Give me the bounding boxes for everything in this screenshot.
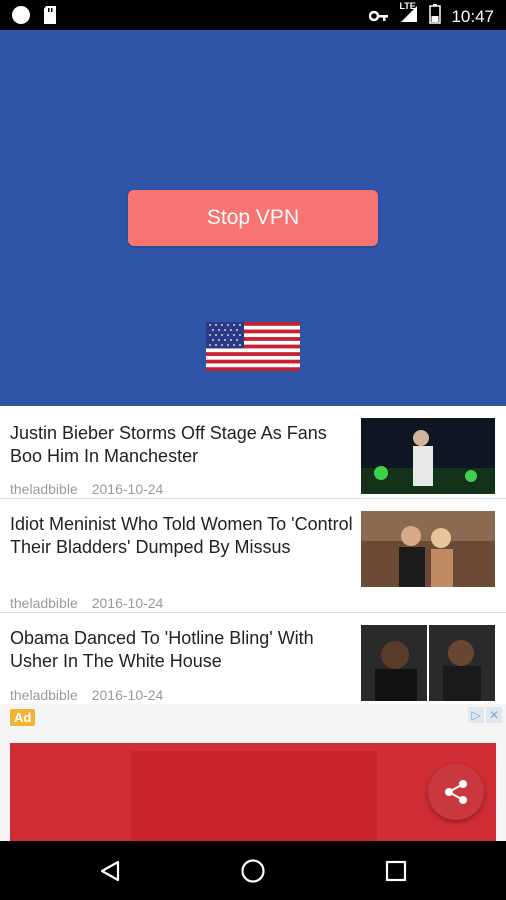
share-button[interactable] (428, 764, 484, 820)
close-icon[interactable]: ✕ (486, 707, 502, 723)
share-icon (445, 780, 467, 804)
news-list: Justin Bieber Storms Off Stage As Fans B… (0, 406, 506, 705)
news-date: 2016-10-24 (91, 595, 164, 611)
cloud-icon (10, 5, 32, 30)
ad-choices-icon[interactable]: ▷ (468, 707, 484, 723)
news-item[interactable]: Obama Danced To 'Hotline Bling' With Ush… (0, 613, 506, 705)
news-thumbnail[interactable] (361, 511, 495, 587)
news-date: 2016-10-24 (91, 687, 164, 703)
news-thumbnail[interactable] (361, 418, 495, 494)
home-icon[interactable] (240, 858, 266, 884)
key-icon (369, 7, 389, 27)
news-title: Obama Danced To 'Hotline Bling' With Ush… (10, 628, 314, 671)
signal-icon: LTE (399, 1, 419, 29)
recents-icon[interactable] (383, 858, 409, 884)
back-icon[interactable] (97, 858, 123, 884)
news-source: theladbible (10, 481, 78, 497)
news-item[interactable]: Justin Bieber Storms Off Stage As Fans B… (0, 406, 506, 499)
stop-vpn-button[interactable]: Stop VPN (128, 190, 378, 246)
navigation-bar (0, 841, 506, 900)
us-flag-icon[interactable] (206, 322, 300, 371)
news-meta: theladbible 2016-10-24 (10, 687, 163, 703)
status-time: 10:47 (451, 6, 494, 26)
news-meta: theladbible 2016-10-24 (10, 595, 163, 611)
news-meta: theladbible 2016-10-24 (10, 481, 163, 497)
news-title: Justin Bieber Storms Off Stage As Fans B… (10, 423, 327, 466)
ad-image (131, 751, 377, 841)
news-thumbnail[interactable] (361, 625, 495, 701)
ad-choices[interactable]: ▷ ✕ (468, 707, 502, 723)
ad-badge: Ad (10, 709, 36, 726)
status-bar: LTE 10:47 (0, 0, 506, 30)
news-date: 2016-10-24 (91, 481, 164, 497)
ad-creative[interactable] (10, 743, 496, 841)
sd-card-icon (42, 5, 58, 30)
vpn-panel: Stop VPN (0, 30, 506, 406)
battery-icon (429, 4, 442, 29)
news-item[interactable]: Idiot Meninist Who Told Women To 'Contro… (0, 499, 506, 613)
news-source: theladbible (10, 687, 78, 703)
ad-banner[interactable]: Ad ▷ ✕ (0, 704, 506, 841)
news-source: theladbible (10, 595, 78, 611)
news-title: Idiot Meninist Who Told Women To 'Contro… (10, 514, 353, 557)
